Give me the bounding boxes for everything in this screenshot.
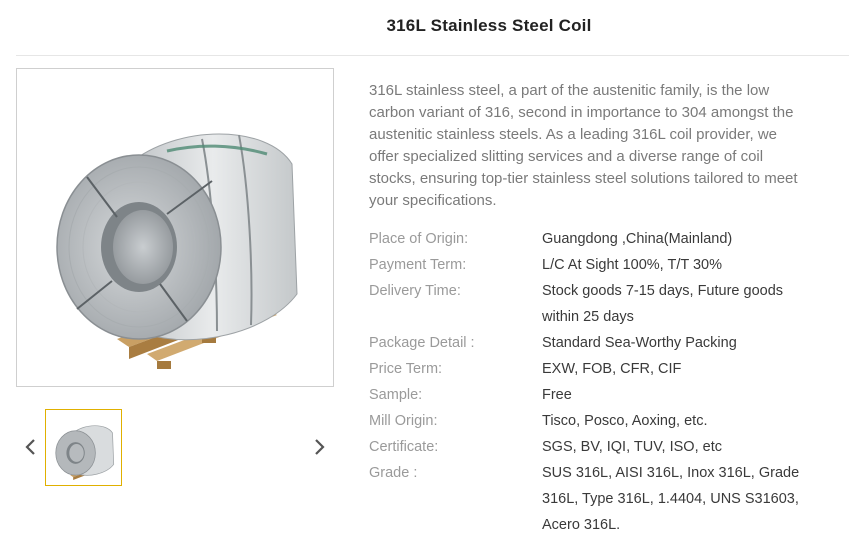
gallery-next-button[interactable] [309, 432, 331, 462]
chevron-left-icon [25, 439, 35, 455]
chevron-right-icon [315, 439, 325, 455]
gallery-thumbnail[interactable] [45, 409, 122, 486]
spec-value: Stock goods 7-15 days, Future goods with… [542, 283, 784, 325]
spec-row-place-of-origin: Place of Origin: Guangdong ,China(Mainla… [369, 226, 839, 252]
gallery-prev-button[interactable] [19, 432, 41, 462]
product-description: 316L stainless steel, a part of the aust… [369, 82, 798, 209]
spec-row-grade: Grade : SUS 316L, AISI 316L, Inox 316L, … [369, 460, 839, 538]
spec-value: Tisco, Posco, Aoxing, etc. [542, 413, 708, 429]
spec-value: Free [542, 387, 572, 403]
spec-table: Place of Origin: Guangdong ,China(Mainla… [369, 226, 839, 538]
spec-label: Place of Origin: [369, 231, 469, 247]
spec-label: Grade : [369, 465, 418, 481]
steel-coil-illustration [56, 133, 298, 369]
spec-value: Standard Sea-Worthy Packing [542, 335, 737, 351]
spec-label: Certificate: [369, 439, 439, 455]
spec-row-delivery-time: Delivery Time: Stock goods 7-15 days, Fu… [369, 278, 839, 330]
page-title: 316L Stainless Steel Coil [386, 16, 592, 35]
spec-label: Delivery Time: [369, 283, 461, 299]
spec-label: Mill Origin: [369, 413, 438, 429]
spec-label: Payment Term: [369, 257, 467, 273]
spec-row-mill-origin: Mill Origin: Tisco, Posco, Aoxing, etc. [369, 408, 839, 434]
spec-value: L/C At Sight 100%, T/T 30% [542, 257, 723, 273]
spec-row-sample: Sample: Free [369, 382, 839, 408]
spec-value: SGS, BV, IQI, TUV, ISO, etc [542, 439, 722, 455]
spec-value: Guangdong ,China(Mainland) [542, 231, 733, 247]
spec-row-certificate: Certificate: SGS, BV, IQI, TUV, ISO, etc [369, 434, 839, 460]
spec-value: EXW, FOB, CFR, CIF [542, 361, 682, 377]
spec-row-payment-term: Payment Term: L/C At Sight 100%, T/T 30% [369, 252, 839, 278]
spec-row-package-detail: Package Detail : Standard Sea-Worthy Pac… [369, 330, 839, 356]
spec-label: Price Term: [369, 361, 443, 377]
main-product-image[interactable] [16, 68, 334, 387]
title-divider [16, 55, 849, 56]
spec-label: Package Detail : [369, 335, 475, 351]
spec-row-price-term: Price Term: EXW, FOB, CFR, CIF [369, 356, 839, 382]
spec-value: SUS 316L, AISI 316L, Inox 316L, Grade 31… [542, 465, 800, 533]
steel-coil-thumbnail [55, 425, 115, 480]
spec-label: Sample: [369, 387, 423, 403]
